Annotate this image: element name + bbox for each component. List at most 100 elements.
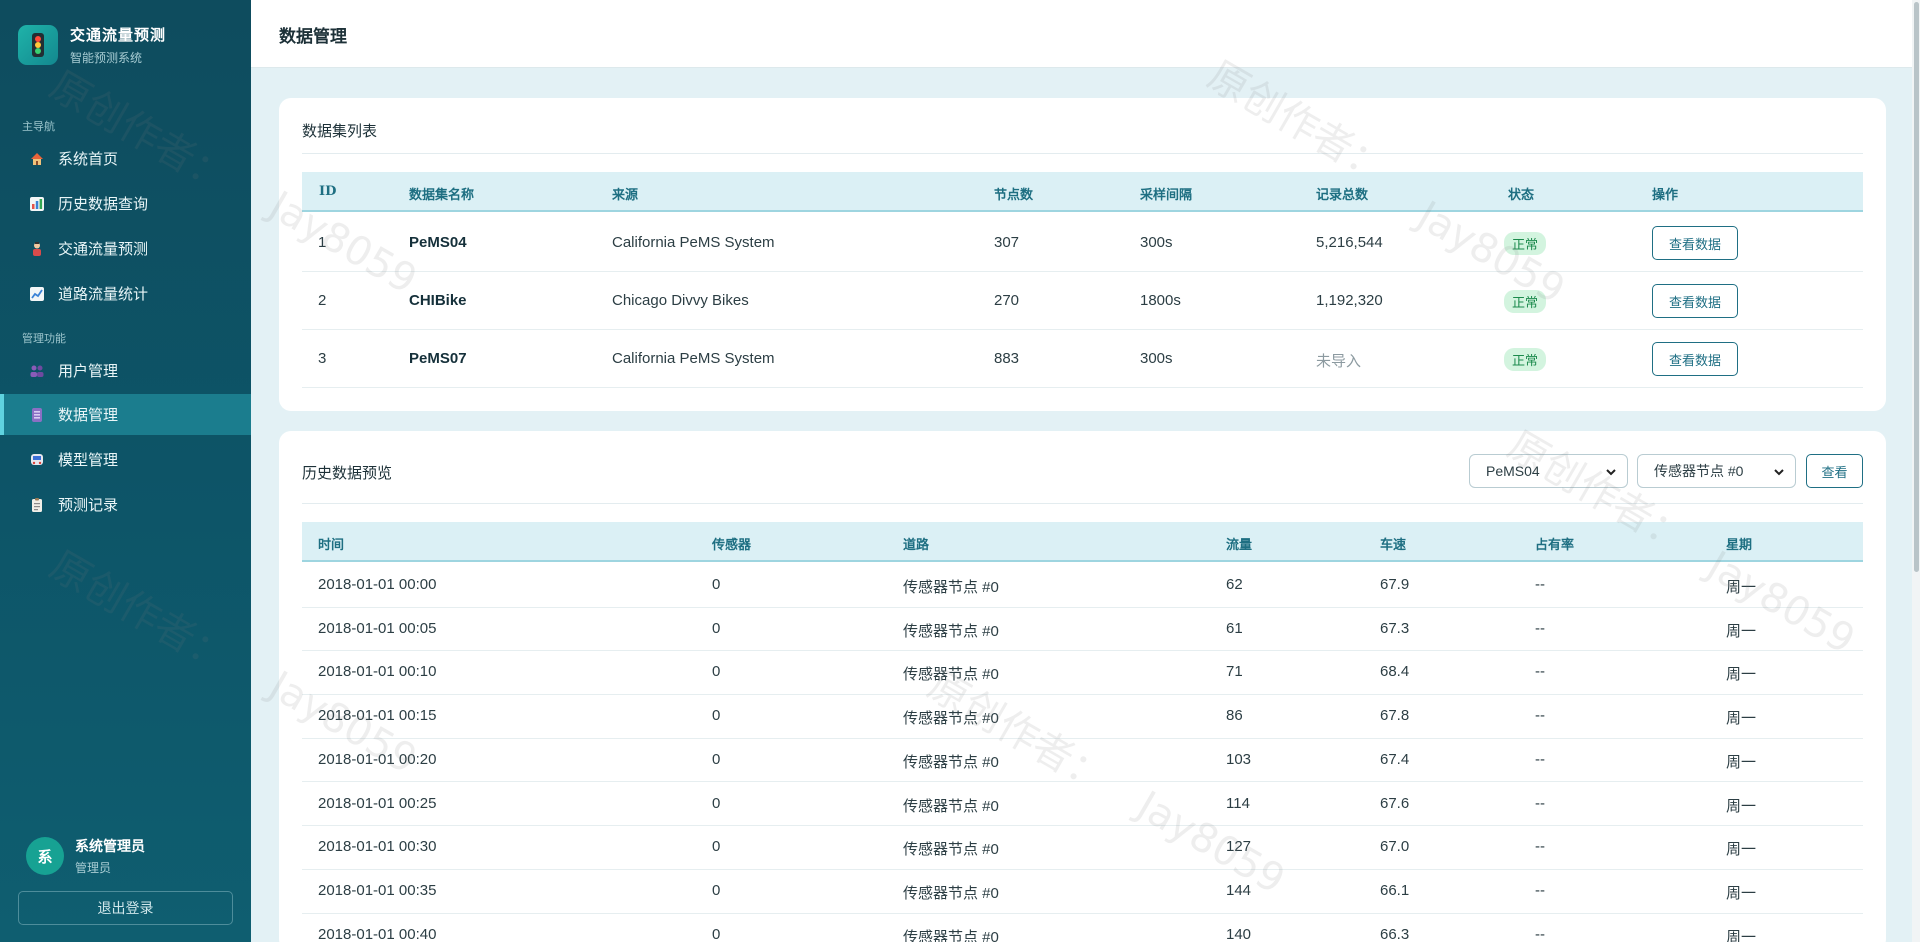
user-role: 管理员 [75, 861, 112, 875]
cell-road: 传感器节点 #0 [903, 710, 999, 728]
table-row: 2018-01-01 00:10 0 传感器节点 #0 71 68.4 -- 周一 [302, 651, 1863, 696]
cell-speed: 66.3 [1380, 925, 1410, 942]
view-data-button[interactable]: 查看数据 [1652, 226, 1738, 260]
cell-occupancy: -- [1535, 663, 1545, 681]
cell-flow: 127 [1226, 838, 1252, 856]
trend-chart-icon [28, 285, 46, 303]
card-title: 数据集列表 [302, 122, 378, 140]
cell-occupancy: -- [1535, 925, 1545, 942]
sidebar-item-data[interactable]: 数据管理 [0, 394, 251, 435]
cell-occupancy: -- [1535, 794, 1545, 812]
status-badge: 正常 [1504, 348, 1547, 371]
column-header: 状态 [1508, 188, 1535, 203]
cell-id: 2 [318, 292, 327, 309]
cell-records: 5,216,544 [1316, 234, 1383, 251]
table-row: 2018-01-01 00:30 0 传感器节点 #0 127 67.0 -- 周一 [302, 826, 1863, 870]
sidebar-item-home[interactable]: 系统首页 [0, 138, 251, 179]
cell-source: California PeMS System [612, 350, 775, 367]
sidebar-item-label: 用户管理 [58, 363, 119, 380]
column-header: 数据集名称 [409, 188, 475, 203]
view-data-button[interactable]: 查看数据 [1652, 342, 1738, 376]
column-header: 道路 [903, 538, 930, 553]
divider [302, 503, 1863, 504]
brand-title: 交通流量预测 [70, 26, 167, 44]
sidebar-item-label: 历史数据查询 [58, 196, 149, 213]
view-data-button[interactable]: 查看数据 [1652, 284, 1738, 318]
cell-time: 2018-01-01 00:15 [318, 707, 437, 725]
cell-speed: 67.4 [1380, 750, 1410, 768]
page-scrollbar-thumb[interactable] [1914, 2, 1919, 572]
table-row: 2 CHIBike Chicago Divvy Bikes 270 1800s … [302, 272, 1863, 330]
cell-time: 2018-01-01 00:35 [318, 881, 437, 899]
cell-weekday: 周一 [1726, 622, 1757, 640]
cell-road: 传感器节点 #0 [903, 841, 999, 859]
cell-source: California PeMS System [612, 234, 775, 251]
dataset-select[interactable]: PeMS04 [1469, 454, 1628, 488]
sidebar-item-predict[interactable]: 交通流量预测 [0, 228, 251, 269]
brand[interactable]: 交通流量预测 智能预测系统 [18, 24, 166, 66]
user-name: 系统管理员 [75, 838, 145, 854]
cell-time: 2018-01-01 00:00 [318, 576, 437, 593]
cell-records: 1,192,320 [1316, 292, 1383, 309]
table-header: 时间 传感器 道路 流量 车速 占有率 星期 [302, 522, 1863, 562]
cell-road: 传感器节点 #0 [903, 666, 999, 684]
column-header: 来源 [612, 188, 639, 203]
sensor-select[interactable]: 传感器节点 #0 [1637, 454, 1796, 488]
cell-weekday: 周一 [1726, 666, 1757, 684]
cell-flow: 144 [1226, 881, 1252, 899]
sidebar-item-history[interactable]: 历史数据查询 [0, 183, 251, 224]
cell-sensor: 0 [712, 838, 721, 856]
cell-nodes: 307 [994, 234, 1020, 251]
cell-name: CHIBike [409, 292, 467, 309]
cell-weekday: 周一 [1726, 753, 1757, 771]
sidebar-item-label: 道路流量统计 [58, 286, 149, 303]
table-row: 1 PeMS04 California PeMS System 307 300s… [302, 214, 1863, 272]
cell-weekday: 周一 [1726, 841, 1757, 859]
cell-occupancy: -- [1535, 619, 1545, 637]
cell-records: 未导入 [1316, 353, 1362, 370]
nav-group-main-label: 主导航 [22, 121, 55, 133]
column-header: 车速 [1380, 538, 1407, 553]
sidebar-item-users[interactable]: 用户管理 [0, 350, 251, 391]
cell-sensor: 0 [712, 663, 721, 681]
cell-weekday: 周一 [1726, 884, 1757, 902]
sidebar-item-records[interactable]: 预测记录 [0, 484, 251, 525]
sidebar-item-label: 交通流量预测 [58, 241, 149, 258]
sensor-select-value: 传感器节点 #0 [1654, 463, 1744, 479]
cell-id: 1 [318, 234, 327, 251]
database-icon [28, 406, 46, 424]
cell-source: Chicago Divvy Bikes [612, 292, 749, 309]
traffic-light-icon [18, 25, 58, 65]
avatar: 系 [26, 837, 64, 875]
sidebar: 交通流量预测 智能预测系统 主导航 系统首页 历史数据查询 交通流量预测 道路流… [0, 0, 251, 942]
sidebar-item-label: 数据管理 [58, 407, 119, 424]
cell-sensor: 0 [712, 794, 721, 812]
column-header: 星期 [1726, 538, 1753, 553]
history-preview-card: 历史数据预览 PeMS04 传感器节点 #0 查看 时间 传感器 道路 流量 车… [279, 431, 1886, 942]
cell-time: 2018-01-01 00:25 [318, 794, 437, 812]
logout-button[interactable]: 退出登录 [18, 891, 233, 925]
sidebar-item-label: 模型管理 [58, 452, 119, 469]
cell-sensor: 0 [712, 707, 721, 725]
cell-speed: 67.8 [1380, 707, 1410, 725]
column-header: 传感器 [712, 538, 752, 553]
cell-weekday: 周一 [1726, 928, 1757, 942]
dataset-select-value: PeMS04 [1486, 463, 1540, 479]
cell-weekday: 周一 [1726, 579, 1757, 596]
table-row: 2018-01-01 00:25 0 传感器节点 #0 114 67.6 -- 周一 [302, 783, 1863, 827]
view-button[interactable]: 查看 [1806, 454, 1863, 488]
cell-speed: 67.0 [1380, 838, 1410, 856]
sidebar-item-road-stats[interactable]: 道路流量统计 [0, 273, 251, 314]
cell-weekday: 周一 [1726, 797, 1757, 815]
divider [302, 153, 1863, 154]
clipboard-icon [28, 496, 46, 514]
cell-time: 2018-01-01 00:40 [318, 925, 437, 942]
cell-flow: 61 [1226, 619, 1243, 637]
column-header: ID [319, 184, 337, 199]
column-header: 操作 [1652, 188, 1679, 203]
column-header: 节点数 [994, 188, 1034, 203]
cell-road: 传感器节点 #0 [903, 928, 999, 942]
column-header: 时间 [318, 538, 345, 553]
sidebar-item-models[interactable]: 模型管理 [0, 439, 251, 480]
cell-speed: 67.6 [1380, 794, 1410, 812]
